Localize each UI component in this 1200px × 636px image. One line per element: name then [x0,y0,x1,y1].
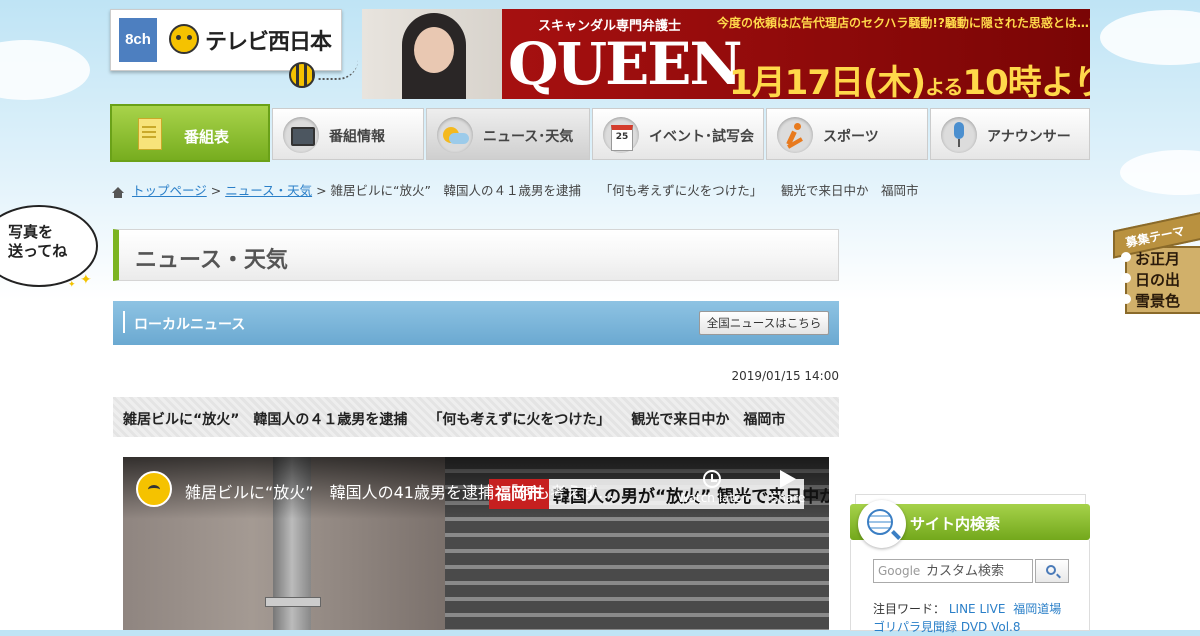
share-label: Share [770,491,806,505]
sparkle-icon: ✦ [80,272,92,288]
nav-events[interactable]: 25 イベント･試写会 [592,108,764,160]
weather-icon [437,117,473,153]
bee-mascot-icon [289,62,315,88]
station-name: テレビ西日本 [205,30,332,55]
search-heading: サイト内検索 [910,515,1001,533]
nav-program-guide[interactable]: 番組表 [110,104,270,162]
video-player[interactable]: 福岡市 韓国人の男が“放火” 観光で来日中か 雑居ビルに“放火” 韓国人の41歳… [123,457,829,630]
breadcrumb-current: 雑居ビルに“放火” 韓国人の４１歳男を逮捕 「何も考えずに火をつけた」 観光で来… [330,183,919,198]
station-logo[interactable]: 8ch テレビ西日本 [110,9,342,71]
nav-announcers[interactable]: アナウンサー [930,108,1090,160]
nav-news-weather[interactable]: ニュース･天気 [426,108,590,160]
video-frame-band [265,597,321,607]
breadcrumb-home-link[interactable]: トップページ [132,183,207,198]
channel-badge: 8ch [119,18,157,62]
search-icon [1046,565,1056,575]
watch-later-button[interactable]: Watch later [677,470,747,505]
theme-item-label: お正月 [1135,250,1181,268]
bee-trail-decoration [318,60,358,80]
keyword-link[interactable]: LINE LIVE [949,602,1006,616]
keyword-link[interactable]: 福岡道場 [1013,602,1061,616]
google-logo: Google [878,564,921,578]
bee-logo-icon [169,24,199,54]
article-date: 2019/01/15 14:00 [731,369,839,383]
breadcrumb-separator: > [210,183,222,198]
cloud-decoration [1100,10,1200,65]
nav-label: ニュース･天気 [483,129,574,145]
nav-program-info[interactable]: 番組情報 [272,108,424,160]
trending-keywords: 注目ワード： LINE LIVE 福岡道場 ゴリパラ見聞録 DVD Vol.8 [873,600,1073,636]
article-headline: 雑居ビルに“放火” 韓国人の４１歳男を逮捕 「何も考えずに火をつけた」 観光で来… [123,412,786,428]
program-guide-icon [122,114,162,150]
keywords-label: 注目ワード： [873,602,946,616]
calendar-day: 25 [611,125,633,151]
calendar-icon: 25 [603,117,639,153]
site-search-panel: サイト内検索 Google 注目ワード： LINE LIVE 福岡道場 ゴリパラ… [850,494,1090,634]
theme-item[interactable]: お正月 [1121,248,1181,269]
nav-label: イベント･試写会 [649,129,754,145]
national-news-button[interactable]: 全国ニュースはこちら [699,311,829,335]
local-news-label: ローカルニュース [134,317,246,333]
nav-label: 番組表 [184,128,230,146]
video-title[interactable]: 雑居ビルに“放火” 韓国人の41歳男を逮捕 「何も考えず… [185,479,614,503]
headline-box: 雑居ビルに“放火” 韓国人の４１歳男を逮捕 「何も考えずに火をつけた」 観光で来… [113,397,839,437]
clock-icon [703,470,721,488]
photo-bubble-text: 写真を 送ってね [8,223,67,261]
photo-bubble-line: 写真を [8,223,54,241]
banner-title: QUEEN [508,30,743,98]
cloud-decoration [0,40,90,100]
microphone-icon [941,117,977,153]
keyword-link[interactable]: ゴリパラ見聞録 DVD Vol.8 [873,620,1021,634]
banner-time: 10時より放送 [962,63,1090,99]
breadcrumb-section-link[interactable]: ニュース・天気 [225,183,312,198]
local-news-bar: ローカルニュース 全国ニュースはこちら [113,301,839,345]
search-body: Google 注目ワード： LINE LIVE 福岡道場 ゴリパラ見聞録 DVD… [850,540,1090,634]
bullet-icon [1121,294,1131,304]
program-banner[interactable]: スキャンダル専門弁護士 QUEEN 今度の依頼は広告代理店のセクハラ騒動!?騒動… [362,9,1090,99]
tv-icon [283,117,319,153]
banner-date-small: よる [925,75,963,99]
breadcrumb-separator: > [316,183,327,198]
theme-item[interactable]: 雪景色 [1121,290,1181,311]
theme-item[interactable]: 日の出 [1121,269,1181,290]
sparkle-icon: ✦ [68,280,76,290]
share-icon [780,470,796,488]
nav-sports[interactable]: スポーツ [766,108,928,160]
theme-item-label: 雪景色 [1135,292,1181,310]
banner-date-main: 1月17日(木) [729,63,926,99]
global-nav: 番組表 番組情報 ニュース･天気 25 イベント･試写会 スポーツ アナウンサー [110,104,1090,162]
share-button[interactable]: Share [763,470,813,505]
bar-accent [123,311,125,333]
photo-theme-box[interactable]: 募集テーマ お正月 日の出 雪景色 [1113,209,1200,315]
bullet-icon [1121,273,1131,283]
channel-avatar[interactable] [136,471,172,507]
banner-face-image [414,27,454,73]
banner-airdate: 1月17日(木)よる10時より放送 [729,55,1090,99]
watch-later-label: Watch later [677,491,747,505]
home-icon [112,187,124,198]
breadcrumb: トップページ > ニュース・天気 > 雑居ビルに“放火” 韓国人の４１歳男を逮捕… [112,180,919,199]
nav-label: 番組情報 [329,129,385,145]
search-button[interactable] [1035,559,1069,583]
theme-item-label: 日の出 [1135,271,1181,289]
banner-tagline: 今度の依頼は広告代理店のセクハラ騒動!?騒動に隠された思惑とは…? [717,16,1090,30]
cloud-decoration [1120,150,1200,195]
bullet-icon [1121,252,1131,262]
nav-label: アナウンサー [987,129,1071,145]
page-title: ニュース・天気 [135,248,288,273]
runner-icon [777,117,813,153]
nav-label: スポーツ [823,129,879,145]
photo-bubble-line: 送ってね [8,242,68,260]
section-header: ニュース・天気 [113,229,839,281]
